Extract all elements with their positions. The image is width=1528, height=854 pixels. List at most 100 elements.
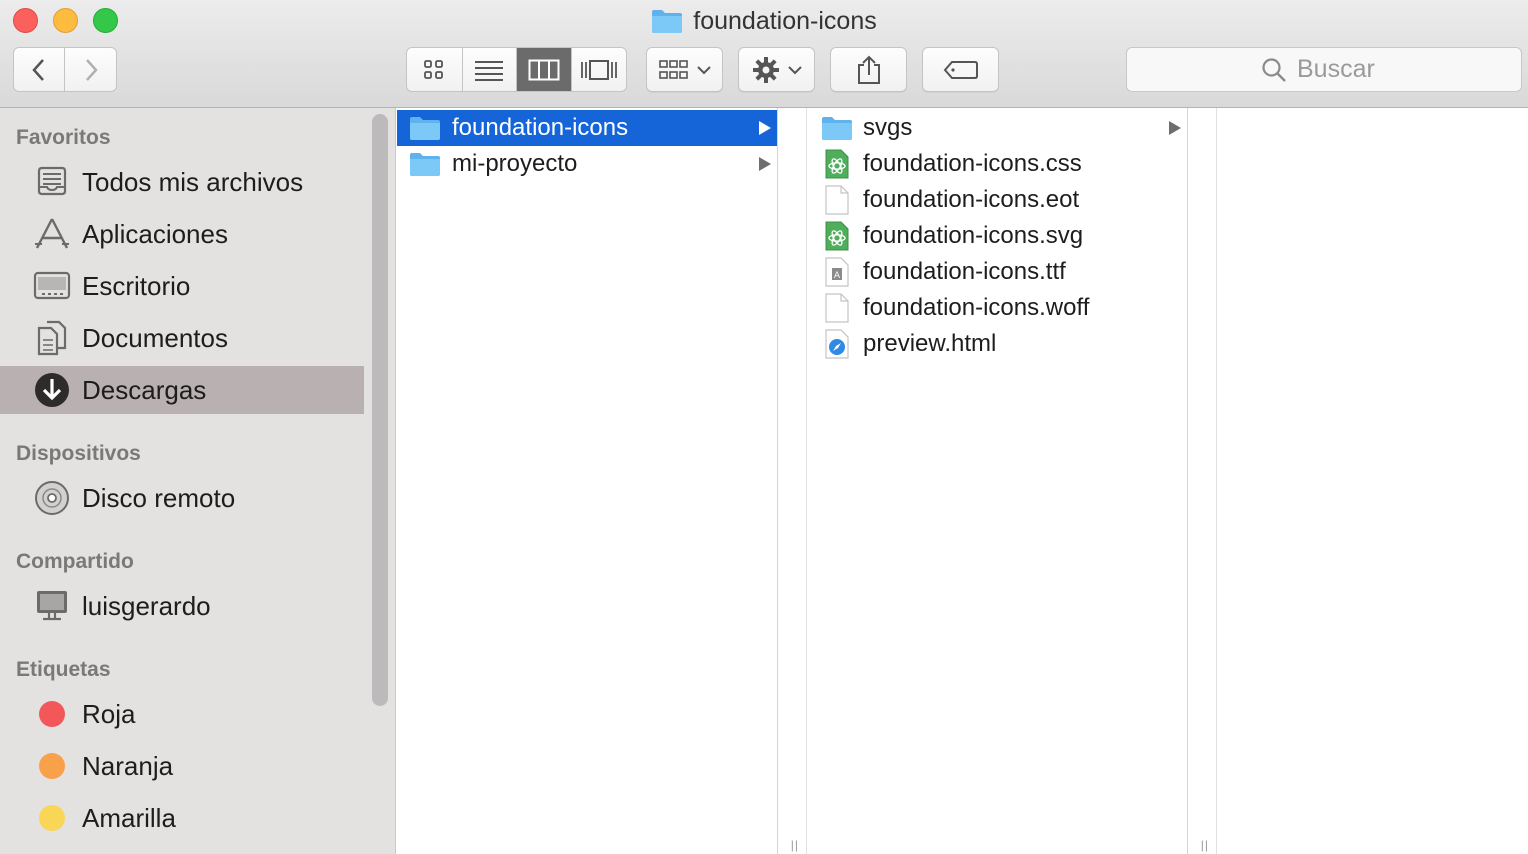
sidebar-item-label: Aplicaciones xyxy=(82,218,228,249)
sidebar-item-label: Descargas xyxy=(82,374,207,405)
section-heading-etiquetas: Etiquetas xyxy=(16,658,111,681)
folder-icon xyxy=(409,112,441,144)
sidebar-scrollbar[interactable] xyxy=(372,114,388,706)
yellow-tag-icon xyxy=(32,798,72,838)
list-item-foundation-icons-eot[interactable]: foundation-icons.eot xyxy=(807,182,1187,218)
folder-icon xyxy=(409,148,441,180)
item-name: foundation-icons xyxy=(452,114,629,141)
sidebar: Favoritos Todos mis archivos Aplicacione… xyxy=(0,108,396,854)
sidebar-item-downloads[interactable]: Descargas xyxy=(0,366,364,414)
list-item-foundation-icons-css[interactable]: foundation-icons.css xyxy=(807,146,1187,182)
applications-icon xyxy=(32,214,72,254)
sidebar-item-label: Disco remoto xyxy=(82,482,236,513)
folder-icon xyxy=(821,112,853,144)
disclosure-arrow-icon xyxy=(1169,121,1181,135)
list-view-button[interactable] xyxy=(463,48,517,91)
item-name: foundation-icons.eot xyxy=(863,186,1080,213)
cover-flow-view-button[interactable] xyxy=(572,48,627,91)
item-name: mi-proyecto xyxy=(452,150,578,177)
tag-icon xyxy=(943,60,978,79)
list-item-foundation-icons[interactable]: foundation-icons xyxy=(397,110,777,146)
column-resize-handle[interactable]: || xyxy=(791,838,799,852)
sidebar-item-tag-roja[interactable]: Roja xyxy=(0,690,364,738)
icon-view-button[interactable] xyxy=(407,48,463,91)
sidebar-item-label: Todos mis archivos xyxy=(82,166,304,197)
gear-icon xyxy=(752,56,779,83)
computer-icon xyxy=(32,586,72,626)
item-name: foundation-icons.ttf xyxy=(863,258,1066,285)
documents-icon xyxy=(32,318,72,358)
arrange-icon xyxy=(658,59,688,79)
disclosure-arrow-icon xyxy=(759,121,771,135)
list-item-foundation-icons-svg[interactable]: foundation-icons.svg xyxy=(807,218,1187,254)
search-field[interactable] xyxy=(1126,47,1522,92)
list-icon xyxy=(475,60,504,81)
tag-button[interactable] xyxy=(922,47,999,92)
disc-icon xyxy=(32,478,72,518)
chevron-left-icon xyxy=(32,58,44,81)
sidebar-item-tag-amarilla[interactable]: Amarilla xyxy=(0,794,364,842)
navigation-buttons xyxy=(13,47,117,92)
list-item-mi-proyecto[interactable]: mi-proyecto xyxy=(397,146,777,182)
blank-file-icon xyxy=(821,184,853,216)
forward-button[interactable] xyxy=(65,48,116,91)
browser-column-2: svgs foundation-icons.css foundation-ico… xyxy=(806,108,1208,854)
list-item-svgs[interactable]: svgs xyxy=(807,110,1187,146)
share-button[interactable] xyxy=(830,47,907,92)
item-name: foundation-icons.woff xyxy=(863,294,1090,321)
chevron-down-icon xyxy=(787,65,802,74)
action-button[interactable] xyxy=(738,47,815,92)
css-file-icon xyxy=(821,148,853,180)
sidebar-item-applications[interactable]: Aplicaciones xyxy=(0,210,364,258)
browser-column-3 xyxy=(1216,108,1528,854)
svg-file-icon xyxy=(821,220,853,252)
downloads-icon xyxy=(32,370,72,410)
sidebar-item-label: Roja xyxy=(82,698,136,729)
section-heading-compartido: Compartido xyxy=(16,550,134,573)
sidebar-item-remote-disc[interactable]: Disco remoto xyxy=(0,474,364,522)
column-view-button[interactable] xyxy=(517,48,572,91)
item-name: foundation-icons.svg xyxy=(863,222,1084,249)
view-mode-control xyxy=(406,47,627,92)
sidebar-item-label: Escritorio xyxy=(82,270,191,301)
item-name: svgs xyxy=(863,114,913,141)
sidebar-item-all-files[interactable]: Todos mis archivos xyxy=(0,158,364,206)
sidebar-item-tag-naranja[interactable]: Naranja xyxy=(0,742,364,790)
html-file-icon xyxy=(821,328,853,360)
chevron-down-icon xyxy=(696,65,711,74)
red-tag-icon xyxy=(32,694,72,734)
chevron-right-icon xyxy=(85,58,98,81)
blank-file-icon xyxy=(821,292,853,324)
cover-flow-icon xyxy=(580,59,617,80)
sidebar-item-documents[interactable]: Documentos xyxy=(0,314,364,362)
window-title-text: foundation-icons xyxy=(693,6,877,35)
window-title: foundation-icons xyxy=(0,5,1528,37)
font-file-icon: A xyxy=(821,256,853,288)
sidebar-item-label: Documentos xyxy=(82,322,228,353)
toolbar: foundation-icons xyxy=(0,0,1528,108)
orange-tag-icon xyxy=(32,746,72,786)
sidebar-item-label: Amarilla xyxy=(82,802,176,833)
grid-icon xyxy=(424,59,444,79)
all-files-icon xyxy=(32,162,72,202)
item-name: preview.html xyxy=(863,330,997,357)
list-item-foundation-icons-ttf[interactable]: A foundation-icons.ttf xyxy=(807,254,1187,290)
sidebar-item-label: Naranja xyxy=(82,750,174,781)
sidebar-item-label: luisgerardo xyxy=(82,590,211,621)
list-item-preview-html[interactable]: preview.html xyxy=(807,326,1187,362)
folder-icon xyxy=(651,8,683,34)
section-heading-favoritos: Favoritos xyxy=(16,126,111,149)
sidebar-item-luisgerardo[interactable]: luisgerardo xyxy=(0,582,364,630)
sidebar-item-desktop[interactable]: Escritorio xyxy=(0,262,364,310)
search-input[interactable] xyxy=(1297,55,1387,84)
browser-column-1: foundation-icons mi-proyecto || xyxy=(397,108,798,854)
back-button[interactable] xyxy=(14,48,66,91)
section-heading-dispositivos: Dispositivos xyxy=(16,442,141,465)
arrange-button[interactable] xyxy=(646,47,723,92)
disclosure-arrow-icon xyxy=(759,157,771,171)
columns-icon xyxy=(528,59,560,80)
share-icon xyxy=(857,55,880,84)
svg-text:A: A xyxy=(834,271,841,281)
column-resize-handle[interactable]: || xyxy=(1201,838,1209,852)
list-item-foundation-icons-woff[interactable]: foundation-icons.woff xyxy=(807,290,1187,326)
